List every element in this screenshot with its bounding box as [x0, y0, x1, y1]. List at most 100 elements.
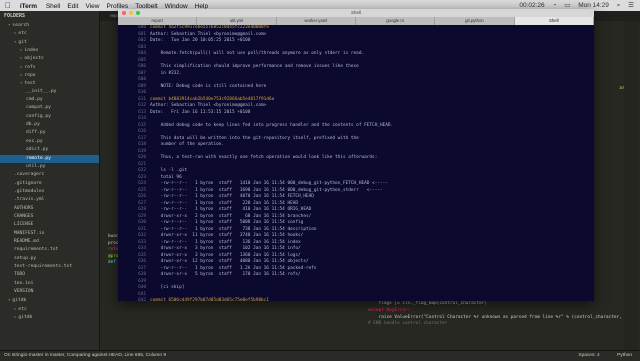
- terminal-output[interactable]: 600 601 602 603 604 605 606 607 608 609 610 611 612 6…: [118, 25, 594, 301]
- battery-icon[interactable]: ▭: [564, 2, 570, 9]
- sidebar-item-label: exc.py: [26, 138, 43, 144]
- close-button-icon[interactable]: [122, 11, 126, 15]
- sidebar-item-label: .gitmodules: [14, 188, 45, 194]
- terminal-text[interactable]: commit 4a2f5c9917ebe5576852c0d45fc223ed0…: [150, 25, 590, 301]
- sidebar: FOLDERS ▾ search ▸ etc ▾ git ▸ index ▸ objects ▸ re…: [0, 11, 100, 350]
- terminal-window[interactable]: Shell report util.yml worker.yaml google.rs…: [118, 9, 594, 301]
- menubar-clock[interactable]: Mon 14:29: [578, 2, 609, 9]
- sidebar-item[interactable]: .gitmodules: [0, 188, 99, 196]
- sidebar-item-label: README.md: [14, 238, 39, 244]
- sidebar-item-label: gitdb: [18, 315, 33, 321]
- chevron-right-icon[interactable]: ▸: [20, 55, 22, 60]
- sidebar-item[interactable]: ▾ git: [0, 38, 99, 46]
- minimap[interactable]: [624, 21, 638, 350]
- sidebar-item[interactable]: ▸ repo: [0, 71, 99, 79]
- zoom-button-icon[interactable]: [136, 11, 140, 15]
- chevron-right-icon[interactable]: ▸: [20, 47, 22, 52]
- sidebar-item[interactable]: ▸ objects: [0, 54, 99, 62]
- sidebar-item[interactable]: README.md: [0, 238, 99, 246]
- chevron-right-icon[interactable]: ▸: [20, 72, 22, 77]
- sidebar-item[interactable]: ▸ etc: [0, 305, 99, 313]
- sidebar-item-label: __init__.py: [26, 88, 57, 94]
- sidebar-item[interactable]: setup.py: [0, 255, 99, 263]
- sidebar-item[interactable]: odict.py: [0, 146, 99, 154]
- chevron-down-icon[interactable]: ▾: [14, 39, 16, 44]
- menu-list-icon[interactable]: ☰: [628, 2, 634, 9]
- sidebar-item[interactable]: exc.py: [0, 138, 99, 146]
- sidebar-item[interactable]: VERSION: [0, 288, 99, 296]
- sidebar-item-label: config.py: [26, 113, 51, 119]
- chevron-down-icon[interactable]: ▾: [20, 80, 22, 85]
- menu-app-name[interactable]: iTerm: [20, 3, 37, 10]
- sidebar-item-label: .coveragerc: [14, 172, 45, 178]
- sidebar-title: FOLDERS: [4, 13, 26, 19]
- sidebar-item-label: compat.py: [26, 105, 51, 111]
- sidebar-item[interactable]: __init__.py: [0, 88, 99, 96]
- terminal-tab-bar: report util.yml worker.yaml google.rs git.py…: [118, 17, 594, 25]
- sidebar-item[interactable]: ▸ gitdb: [0, 313, 99, 321]
- menu-item-edit[interactable]: Edit: [67, 3, 78, 10]
- sidebar-item[interactable]: config.py: [0, 113, 99, 121]
- minimize-button-icon[interactable]: [129, 11, 133, 15]
- sidebar-item-label: util.py: [26, 163, 46, 169]
- terminal-tab[interactable]: util.yml: [197, 17, 277, 25]
- sidebar-item-label: cmd.py: [26, 97, 43, 103]
- chevron-down-icon[interactable]: ▾: [8, 22, 10, 27]
- chevron-down-icon[interactable]: ▾: [8, 297, 10, 302]
- sidebar-item[interactable]: util.py: [0, 163, 99, 171]
- apple-menu-icon[interactable]: : [5, 1, 11, 10]
- sidebar-item[interactable]: TODO: [0, 271, 99, 279]
- sidebar-item-label: index: [24, 48, 39, 54]
- sidebar-item[interactable]: compat.py: [0, 104, 99, 112]
- sidebar-item[interactable]: ▸ index: [0, 46, 99, 54]
- sidebar-item[interactable]: CHANGES: [0, 213, 99, 221]
- code-line: # END handle control character: [368, 321, 448, 327]
- sidebar-item-label: setup.py: [14, 255, 37, 261]
- sidebar-item[interactable]: db.py: [0, 121, 99, 129]
- status-bar: On stringio-master in master, Comparing …: [0, 350, 640, 361]
- terminal-line: commit 6506cd49f297b87d05d03d65c75e0ef5b…: [150, 298, 269, 301]
- sidebar-item[interactable]: ▾ gitdb: [0, 296, 99, 304]
- terminal-tab[interactable]: Shell: [514, 17, 594, 25]
- sidebar-item-label: test-requirements.txt: [14, 263, 73, 269]
- sidebar-item[interactable]: ▾ test: [0, 79, 99, 87]
- sidebar-item-label: odict.py: [26, 147, 49, 153]
- code-line: except KeyError:: [368, 307, 411, 313]
- terminal-tab[interactable]: google.rs: [356, 17, 436, 25]
- sidebar-item[interactable]: .gitignore: [0, 180, 99, 188]
- sidebar-item[interactable]: AUTHORS: [0, 205, 99, 213]
- sidebar-item[interactable]: .coveragerc: [0, 171, 99, 179]
- sidebar-item[interactable]: MANIFEST.in: [0, 230, 99, 238]
- sidebar-item-label: objects: [24, 56, 44, 62]
- sidebar-item-label: remote.py: [26, 155, 51, 161]
- sidebar-item[interactable]: LICENSE: [0, 221, 99, 229]
- search-icon[interactable]: ⌕: [617, 2, 621, 9]
- sidebar-item[interactable]: .travis.yml: [0, 196, 99, 204]
- sidebar-item[interactable]: remote.py: [0, 154, 99, 163]
- sidebar-item[interactable]: tox.ini: [0, 280, 99, 288]
- sidebar-item-label: git: [18, 39, 27, 45]
- chevron-right-icon[interactable]: ▸: [20, 64, 22, 69]
- sidebar-item-label: MANIFEST.in: [14, 230, 45, 236]
- terminal-tab[interactable]: git.python: [435, 17, 515, 25]
- status-indentation[interactable]: Spaces: 4: [578, 353, 599, 358]
- sidebar-item[interactable]: ▸ etc: [0, 29, 99, 37]
- sidebar-item[interactable]: requirements.txt: [0, 246, 99, 254]
- status-syntax[interactable]: Python: [617, 353, 632, 358]
- sidebar-item[interactable]: ▾ search: [0, 21, 99, 29]
- chevron-right-icon[interactable]: ▸: [14, 314, 16, 319]
- terminal-titlebar[interactable]: Shell: [118, 9, 594, 17]
- wifi-icon[interactable]: ◔: [552, 2, 556, 9]
- terminal-tab[interactable]: report: [118, 17, 198, 25]
- menu-item-shell[interactable]: Shell: [46, 3, 60, 10]
- chevron-right-icon[interactable]: ▸: [14, 30, 16, 35]
- sidebar-item[interactable]: cmd.py: [0, 96, 99, 104]
- sidebar-item-label: db.py: [26, 122, 40, 128]
- sidebar-item[interactable]: ▸ refs: [0, 63, 99, 71]
- chevron-right-icon[interactable]: ▸: [14, 306, 16, 311]
- sidebar-item[interactable]: diff.py: [0, 129, 99, 137]
- sidebar-item[interactable]: test-requirements.txt: [0, 263, 99, 271]
- terminal-line-numbers: 600 601 602 603 604 605 606 607 608 609 610 611 612 6…: [118, 25, 146, 301]
- menu-item-view[interactable]: View: [86, 3, 100, 10]
- terminal-tab[interactable]: worker.yaml: [277, 17, 356, 25]
